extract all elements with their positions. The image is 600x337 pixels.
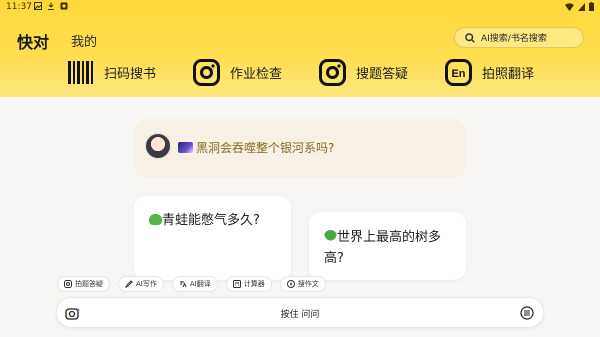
tool-search-question[interactable]: 搜题答疑 bbox=[319, 59, 408, 86]
translate-icon bbox=[179, 281, 187, 288]
question-card[interactable]: 青蛙能憋气多久? bbox=[134, 196, 291, 280]
featured-question-card[interactable]: 黑洞会吞噬整个银河系吗? bbox=[134, 119, 466, 178]
camera-icon bbox=[64, 280, 72, 288]
voice-input-bar[interactable]: AI 按住 问问 bbox=[56, 297, 544, 328]
app-notification-icon bbox=[60, 2, 68, 10]
search-placeholder: AI搜索/书名搜索 bbox=[481, 34, 547, 44]
status-bar: 11:37 bbox=[0, 0, 600, 14]
hold-to-ask-label[interactable]: 按住 问问 bbox=[57, 307, 543, 320]
question-text: 世界上最高的树多高? bbox=[324, 230, 442, 266]
chip-label: 拍题答疑 bbox=[75, 280, 103, 288]
question-text: 青蛙能憋气多久? bbox=[162, 213, 260, 228]
question-card-text: 世界上最高的树多高? bbox=[324, 227, 459, 269]
system-status-icons bbox=[565, 2, 594, 11]
tool-label: 扫码搜书 bbox=[104, 67, 157, 82]
battery-icon bbox=[589, 2, 594, 11]
search-bar[interactable]: AI搜索/书名搜索 bbox=[454, 27, 584, 48]
tab-mine[interactable]: 我的 bbox=[71, 31, 97, 50]
translate-icon: En bbox=[445, 59, 472, 86]
tool-label: 搜题答疑 bbox=[356, 67, 409, 82]
chip-ai-translate[interactable]: AI翻译 bbox=[171, 276, 218, 292]
camera-icon bbox=[319, 59, 346, 86]
chip-ai-writing[interactable]: AI写作 bbox=[118, 276, 164, 292]
frog-emoji-icon bbox=[149, 214, 162, 225]
chip-label: 搜作文 bbox=[297, 280, 319, 288]
tool-label: 作业检查 bbox=[230, 67, 283, 82]
svg-text:En: En bbox=[451, 68, 465, 80]
compass-icon bbox=[286, 280, 295, 288]
tool-label: 拍照翻译 bbox=[482, 67, 535, 82]
signal-icon bbox=[578, 2, 585, 11]
app-title[interactable]: 快对 bbox=[17, 29, 49, 53]
chip-label: 计算器 bbox=[243, 280, 265, 288]
header-banner: 11:37 快对 我的 AI搜索/书名搜索 扫码搜书 作业检查 搜题答疑 En … bbox=[0, 0, 600, 97]
pen-icon bbox=[125, 280, 133, 288]
calculator-icon bbox=[232, 280, 241, 288]
notification-icons bbox=[34, 2, 68, 10]
chip-search-essay[interactable]: 搜作文 bbox=[279, 276, 326, 292]
wifi-icon bbox=[565, 2, 574, 11]
tool-scan-book[interactable]: 扫码搜书 bbox=[67, 59, 156, 86]
chip-label: AI翻译 bbox=[189, 280, 211, 288]
tool-homework-check[interactable]: 作业检查 bbox=[193, 59, 282, 86]
question-card-text: 青蛙能憋气多久? bbox=[149, 210, 289, 231]
chip-calculator[interactable]: 计算器 bbox=[225, 276, 272, 292]
chip-label: AI写作 bbox=[136, 280, 157, 288]
question-card[interactable]: 世界上最高的树多高? bbox=[309, 212, 466, 280]
barcode-icon bbox=[68, 61, 93, 84]
chip-photo-answer[interactable]: 拍题答疑 bbox=[57, 276, 110, 292]
featured-question-text: 黑洞会吞噬整个银河系吗? bbox=[196, 141, 335, 155]
galaxy-emoji-icon bbox=[178, 142, 193, 153]
download-icon bbox=[48, 2, 54, 10]
image-icon bbox=[34, 2, 42, 10]
tree-emoji-icon bbox=[324, 230, 337, 243]
camera-icon bbox=[193, 59, 220, 86]
featured-question: 黑洞会吞噬整个银河系吗? bbox=[178, 139, 334, 156]
search-icon bbox=[465, 32, 475, 43]
quick-action-chips: 拍题答疑 AI写作 AI翻译 计算器 搜作文 bbox=[57, 276, 326, 292]
tool-photo-translate[interactable]: En 拍照翻译 bbox=[445, 59, 534, 86]
status-time: 11:37 bbox=[6, 2, 32, 12]
menu-icon[interactable] bbox=[520, 306, 534, 320]
tool-row: 扫码搜书 作业检查 搜题答疑 En 拍照翻译 bbox=[0, 57, 600, 89]
avatar bbox=[145, 133, 171, 159]
